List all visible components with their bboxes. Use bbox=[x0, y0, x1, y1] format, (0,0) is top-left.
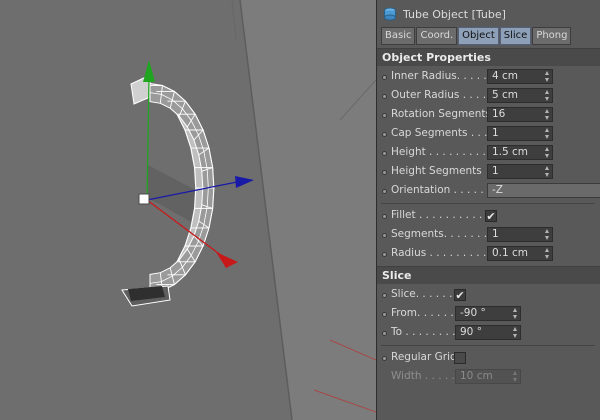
tab-slice[interactable]: Slice bbox=[499, 27, 532, 45]
panel-title-row: Tube Object [Tube] bbox=[383, 5, 506, 23]
section-object-properties: Object Properties bbox=[377, 48, 600, 66]
slice-checkbox[interactable]: ✔ bbox=[454, 289, 466, 301]
outer-radius-input[interactable]: 5 cm bbox=[487, 88, 553, 103]
inner-radius-label: Inner Radius. . . . . bbox=[391, 70, 487, 82]
animate-dot-icon[interactable] bbox=[382, 252, 387, 257]
row-height-segments: Height Segments 1 bbox=[377, 164, 600, 181]
object-pivot-handle bbox=[138, 193, 150, 205]
row-slice-from: From. . . . . . -90 ° bbox=[377, 306, 600, 323]
width-label: Width . . . . . bbox=[391, 370, 455, 382]
animate-dot-icon[interactable] bbox=[382, 312, 387, 317]
regular-grid-label: Regular Grid bbox=[391, 351, 457, 363]
row-fillet-radius: Radius . . . . . . . . . 0.1 cm bbox=[377, 246, 600, 263]
spinner-arrows-icon[interactable] bbox=[513, 327, 518, 338]
animate-dot-icon[interactable] bbox=[382, 113, 387, 118]
orientation-label: Orientation . . . . . . bbox=[391, 184, 491, 196]
rotation-segments-label: Rotation Segments bbox=[391, 108, 491, 120]
rotation-segments-input[interactable]: 16 bbox=[487, 107, 553, 122]
grid-width-input: 10 cm bbox=[455, 369, 521, 384]
spinner-arrows-icon[interactable] bbox=[545, 147, 550, 158]
fillet-segments-input[interactable]: 1 bbox=[487, 227, 553, 242]
spinner-arrows-icon[interactable] bbox=[513, 308, 518, 319]
spinner-arrows-icon[interactable] bbox=[545, 109, 550, 120]
slice-label: Slice. . . . . . bbox=[391, 288, 453, 300]
animate-dot-icon[interactable] bbox=[382, 132, 387, 137]
fillet-label: Fillet . . . . . . . . . . . bbox=[391, 209, 490, 221]
fillet-radius-input[interactable]: 0.1 cm bbox=[487, 246, 553, 261]
spinner-arrows-icon[interactable] bbox=[545, 248, 550, 259]
height-segments-label: Height Segments bbox=[391, 165, 482, 177]
slice-from-input[interactable]: -90 ° bbox=[455, 306, 521, 321]
attribute-tabs: Basic Coord. Object Slice Phong bbox=[381, 27, 572, 45]
tube-object-icon bbox=[384, 7, 396, 21]
animate-dot-icon[interactable] bbox=[382, 356, 387, 361]
row-inner-radius: Inner Radius. . . . . 4 cm bbox=[377, 69, 600, 86]
animate-dot-icon[interactable] bbox=[382, 151, 387, 156]
scene-canvas[interactable] bbox=[0, 0, 376, 420]
tab-coord[interactable]: Coord. bbox=[416, 27, 458, 45]
fillet-checkbox[interactable]: ✔ bbox=[485, 210, 497, 222]
row-fillet-segments: Segments. . . . . . . 1 bbox=[377, 227, 600, 244]
orientation-dropdown[interactable]: -Z bbox=[487, 183, 600, 198]
from-label: From. . . . . . bbox=[391, 307, 454, 319]
attribute-manager: Tube Object [Tube] Basic Coord. Object S… bbox=[376, 0, 600, 420]
height-segments-input[interactable]: 1 bbox=[487, 164, 553, 179]
separator bbox=[381, 203, 595, 204]
animate-dot-icon[interactable] bbox=[382, 293, 387, 298]
cap-segments-label: Cap Segments . . . bbox=[391, 127, 488, 139]
animate-dot-icon[interactable] bbox=[382, 170, 387, 175]
row-fillet: Fillet . . . . . . . . . . . ✔ bbox=[377, 208, 600, 225]
animate-dot-icon[interactable] bbox=[382, 214, 387, 219]
viewport-3d[interactable] bbox=[0, 0, 376, 420]
row-slice-to: To . . . . . . . . 90 ° bbox=[377, 325, 600, 342]
row-grid-width: Width . . . . . 10 cm bbox=[377, 369, 600, 386]
outer-radius-label: Outer Radius . . . . bbox=[391, 89, 487, 101]
spinner-arrows-icon[interactable] bbox=[545, 229, 550, 240]
regular-grid-checkbox[interactable] bbox=[454, 352, 466, 364]
to-label: To . . . . . . . . bbox=[391, 326, 456, 338]
height-input[interactable]: 1.5 cm bbox=[487, 145, 553, 160]
row-slice: Slice. . . . . . ✔ bbox=[377, 287, 600, 304]
spinner-arrows-icon[interactable] bbox=[545, 71, 550, 82]
animate-dot-icon[interactable] bbox=[382, 331, 387, 336]
tab-basic[interactable]: Basic bbox=[381, 27, 416, 45]
spinner-arrows-icon[interactable] bbox=[545, 90, 550, 101]
inner-radius-input[interactable]: 4 cm bbox=[487, 69, 553, 84]
row-regular-grid: Regular Grid bbox=[377, 350, 600, 367]
segments-label: Segments. . . . . . . bbox=[391, 228, 488, 240]
height-label: Height . . . . . . . . . bbox=[391, 146, 486, 158]
spinner-arrows-icon bbox=[513, 371, 518, 382]
tab-phong[interactable]: Phong bbox=[532, 27, 572, 45]
animate-dot-icon[interactable] bbox=[382, 189, 387, 194]
spinner-arrows-icon[interactable] bbox=[545, 128, 550, 139]
row-outer-radius: Outer Radius . . . . 5 cm bbox=[377, 88, 600, 105]
spinner-arrows-icon[interactable] bbox=[545, 166, 550, 177]
row-rotation-segments: Rotation Segments 16 bbox=[377, 107, 600, 124]
section-slice: Slice bbox=[377, 266, 600, 284]
panel-title: Tube Object [Tube] bbox=[403, 7, 506, 21]
slice-to-input[interactable]: 90 ° bbox=[455, 325, 521, 340]
radius-label: Radius . . . . . . . . . bbox=[391, 247, 487, 259]
animate-dot-icon[interactable] bbox=[382, 233, 387, 238]
row-cap-segments: Cap Segments . . . 1 bbox=[377, 126, 600, 143]
row-orientation: Orientation . . . . . . -Z bbox=[377, 183, 600, 200]
animate-dot-icon[interactable] bbox=[382, 94, 387, 99]
animate-dot-icon[interactable] bbox=[382, 75, 387, 80]
cap-segments-input[interactable]: 1 bbox=[487, 126, 553, 141]
row-height: Height . . . . . . . . . 1.5 cm bbox=[377, 145, 600, 162]
tab-object[interactable]: Object bbox=[458, 27, 499, 45]
separator bbox=[381, 345, 595, 346]
